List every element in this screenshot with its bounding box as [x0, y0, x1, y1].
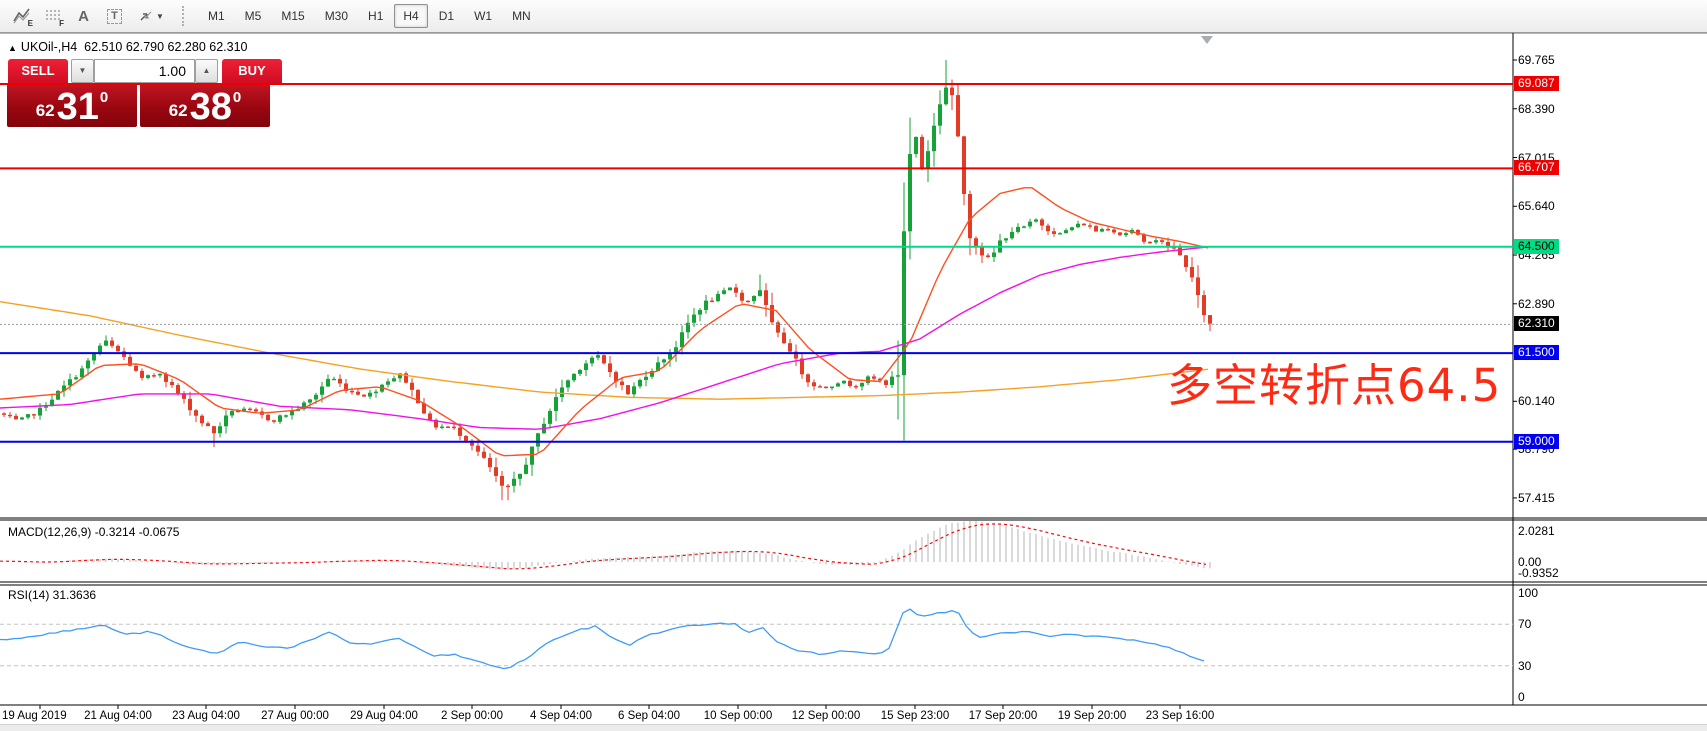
icon-sub-e: E: [28, 19, 33, 28]
rsi-axis-label: 30: [1518, 659, 1531, 673]
time-tick-label: 15 Sep 23:00: [881, 710, 949, 722]
timeframe-group: M1M5M15M30H1H4D1W1MN: [198, 4, 541, 28]
time-tick-label: 17 Sep 20:00: [969, 710, 1037, 722]
time-tick-label: 23 Sep 16:00: [1146, 710, 1214, 722]
slow-ma: [0, 302, 1208, 400]
macd-axis-min: -0.9352: [1518, 566, 1559, 580]
sell-button[interactable]: SELL: [8, 59, 68, 83]
time-tick-label: 10 Sep 00:00: [704, 710, 772, 722]
price-tick-label: 65.640: [1518, 199, 1555, 213]
triangle-up-icon: ▲: [203, 66, 211, 75]
grid-glyph: [45, 9, 61, 23]
arrows-glyph: [138, 9, 154, 23]
toolbar: E F A T ▼ M1M5M15M30H1H4D1W1MN: [0, 0, 1707, 33]
chart-annotation: 多空转折点64.5: [1167, 349, 1501, 414]
time-tick-label: 19 Sep 20:00: [1058, 710, 1126, 722]
chevron-down-icon: ▼: [156, 12, 164, 21]
price-level-label: 69.087: [1514, 76, 1559, 91]
timeframe-m15[interactable]: M15: [272, 4, 313, 28]
time-tick-label: 21 Aug 04:00: [84, 710, 152, 722]
ohlc-values: 62.510 62.790 62.280 62.310: [84, 40, 247, 54]
letter-a: A: [78, 8, 89, 25]
price-level-label: 64.500: [1514, 239, 1559, 254]
timeframe-m1[interactable]: M1: [199, 4, 234, 28]
macd-label: MACD(12,26,9) -0.3214 -0.0675: [8, 525, 179, 539]
grid-icon[interactable]: F: [37, 3, 68, 29]
fast-ma: [0, 188, 1208, 456]
buy-price-sup: 0: [233, 89, 241, 106]
sell-price-panel[interactable]: 62 31 0: [7, 85, 137, 127]
time-tick-label: 23 Aug 04:00: [172, 710, 240, 722]
timeframe-m5[interactable]: M5: [236, 4, 271, 28]
time-tick-label: 6 Sep 04:00: [618, 710, 680, 722]
mid-ma: [0, 247, 1208, 429]
toolbar-grip: [182, 6, 190, 26]
shift-marker-icon: [1201, 36, 1213, 44]
rsi-axis-label: 70: [1518, 617, 1531, 631]
timeframe-d1[interactable]: D1: [430, 4, 463, 28]
macd-signal-line: [0, 524, 1206, 569]
text-box-icon[interactable]: T: [99, 3, 130, 29]
macd-axis-max: 2.0281: [1518, 524, 1555, 538]
price-tick-label: 62.890: [1518, 297, 1555, 311]
bottom-strip: [0, 724, 1707, 731]
cursor-mode-icon[interactable]: ▼: [130, 3, 172, 29]
rsi-axis-label: 100: [1518, 586, 1538, 600]
indicators-icon[interactable]: E: [6, 3, 37, 29]
price-level-label: 62.310: [1514, 316, 1559, 331]
rsi-line: [0, 609, 1204, 668]
timeframe-w1[interactable]: W1: [465, 4, 501, 28]
sell-price-sup: 0: [100, 89, 108, 106]
timeframe-h1[interactable]: H1: [359, 4, 392, 28]
quote-line: ▲ UKOil-,H4 62.510 62.790 62.280 62.310: [8, 40, 248, 54]
timeframe-h4[interactable]: H4: [394, 4, 427, 28]
sell-price-prefix: 62: [36, 101, 55, 121]
icon-sub-f: F: [59, 19, 64, 28]
buy-price-panel[interactable]: 62 38 0: [140, 85, 270, 127]
buy-price-prefix: 62: [169, 101, 188, 121]
letter-t: T: [107, 9, 122, 24]
timeframe-m30[interactable]: M30: [316, 4, 357, 28]
price-tick-label: 60.140: [1518, 394, 1555, 408]
time-tick-label: 29 Aug 04:00: [350, 710, 418, 722]
rsi-label: RSI(14) 31.3636: [8, 588, 96, 602]
volume-input[interactable]: [94, 59, 195, 83]
time-tick-label: 2 Sep 00:00: [441, 710, 503, 722]
timeframe-mn[interactable]: MN: [503, 4, 540, 28]
volume-decrease-button[interactable]: ▼: [71, 59, 94, 83]
sell-price-big: 31: [57, 90, 99, 124]
text-a-icon[interactable]: A: [68, 3, 99, 29]
time-tick-label: 27 Aug 00:00: [261, 710, 329, 722]
price-level-label: 59.000: [1514, 434, 1559, 449]
symbol-name: UKOil-,H4: [21, 40, 77, 54]
buy-button[interactable]: BUY: [222, 59, 282, 83]
price-level-label: 66.707: [1514, 160, 1559, 175]
price-tick-label: 69.765: [1518, 53, 1555, 67]
price-tick-label: 68.390: [1518, 102, 1555, 116]
volume-increase-button[interactable]: ▲: [195, 59, 218, 83]
time-tick-label: 12 Sep 00:00: [792, 710, 860, 722]
rsi-axis-label: 0: [1518, 690, 1525, 704]
triangle-down-icon: ▼: [79, 66, 87, 75]
symbol-marker-icon: ▲: [8, 43, 17, 53]
buy-price-big: 38: [190, 90, 232, 124]
time-tick-label: 4 Sep 04:00: [530, 710, 592, 722]
price-tick-label: 57.415: [1518, 491, 1555, 505]
time-tick-label: 19 Aug 2019: [2, 710, 67, 722]
price-level-label: 61.500: [1514, 345, 1559, 360]
